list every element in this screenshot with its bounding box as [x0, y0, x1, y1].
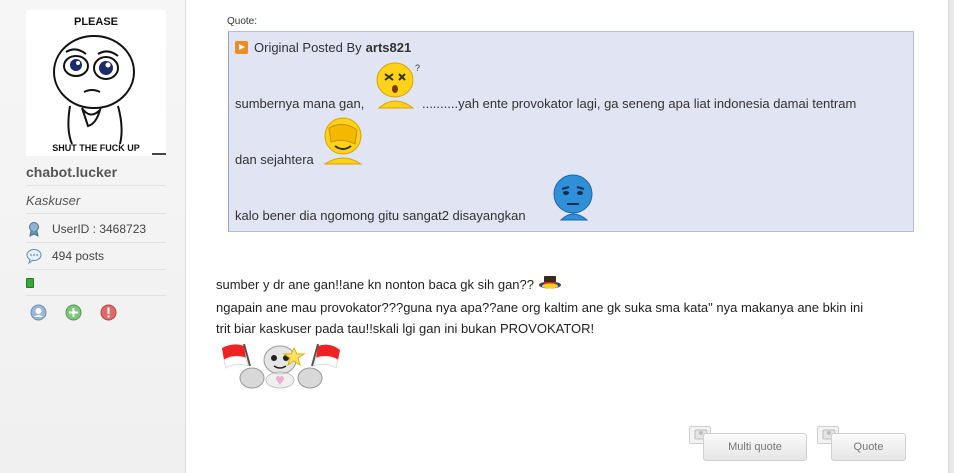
quote-header: Original Posted By arts821	[235, 40, 411, 55]
confused-smiley-icon: ?	[375, 58, 427, 115]
avatar-caption-bottom: SHUT THE FUCK UP	[52, 143, 140, 153]
quote-line-1b: ..........yah ente provokator lagi, ga s…	[418, 96, 857, 111]
username-link[interactable]: chabot.lucker	[26, 164, 117, 180]
quote-label: Quote:	[227, 16, 258, 27]
user-id-icon	[26, 221, 42, 237]
multi-quote-button[interactable]: Multi quote	[703, 433, 807, 461]
post-line-3: trit biar kaskuser pada tau!!skali lgi g…	[216, 321, 595, 336]
flag-mascot-icon	[222, 340, 342, 397]
user-id-row: UserID : 3468723	[26, 220, 146, 238]
avatar-caption-top: PLEASE	[74, 16, 118, 28]
facepalm-smiley-icon	[321, 114, 367, 171]
user-actions	[30, 304, 117, 321]
report-icon[interactable]	[100, 304, 117, 321]
avatar-divider	[152, 153, 166, 155]
divider	[26, 242, 166, 243]
posts-count[interactable]: 494 posts	[52, 249, 104, 263]
posts-row: 494 posts	[26, 247, 104, 265]
divider	[26, 295, 166, 296]
quote-author: arts821	[365, 40, 412, 55]
post-line-1-text: sumber y dr ane gan!!ane kn nonton baca …	[216, 277, 534, 292]
speech-bubble-icon	[26, 248, 42, 265]
hat-smiley-icon	[538, 276, 562, 293]
user-sidebar: PLEASE SHUT THE FUCK UP chabot.lucker Ka…	[0, 0, 186, 473]
post-line-1: sumber y dr ane gan!!ane kn nonton baca …	[216, 276, 562, 293]
post-line-2: ngapain ane mau provokator???guna nya ap…	[216, 300, 864, 315]
quote-line-2: dan sejahtera	[235, 152, 314, 167]
sulking-smiley-icon	[553, 174, 597, 227]
add-reputation-icon[interactable]	[65, 304, 82, 321]
view-post-arrow-icon[interactable]	[235, 41, 248, 54]
user-title: Kaskuser	[26, 193, 81, 208]
divider	[26, 213, 166, 214]
online-status-icon	[26, 278, 34, 288]
divider	[26, 185, 166, 186]
quote-box: Original Posted By arts821 sumbernya man…	[228, 31, 914, 232]
quote-button[interactable]: Quote	[831, 433, 906, 461]
quote-line-1a: sumbernya mana gan,	[235, 96, 365, 111]
svg-text:?: ?	[415, 63, 420, 73]
divider	[26, 269, 166, 270]
quote-line-1: sumbernya mana gan, ..........yah ente p…	[235, 96, 856, 111]
quote-line-3: kalo bener dia ngomong gitu sangat2 disa…	[235, 208, 526, 223]
avatar[interactable]: PLEASE SHUT THE FUCK UP	[26, 10, 166, 156]
user-id-text: UserID : 3468723	[52, 222, 147, 236]
page-edge	[948, 0, 954, 473]
profile-icon[interactable]	[30, 304, 47, 321]
quote-prefix: Original Posted By	[254, 40, 362, 55]
